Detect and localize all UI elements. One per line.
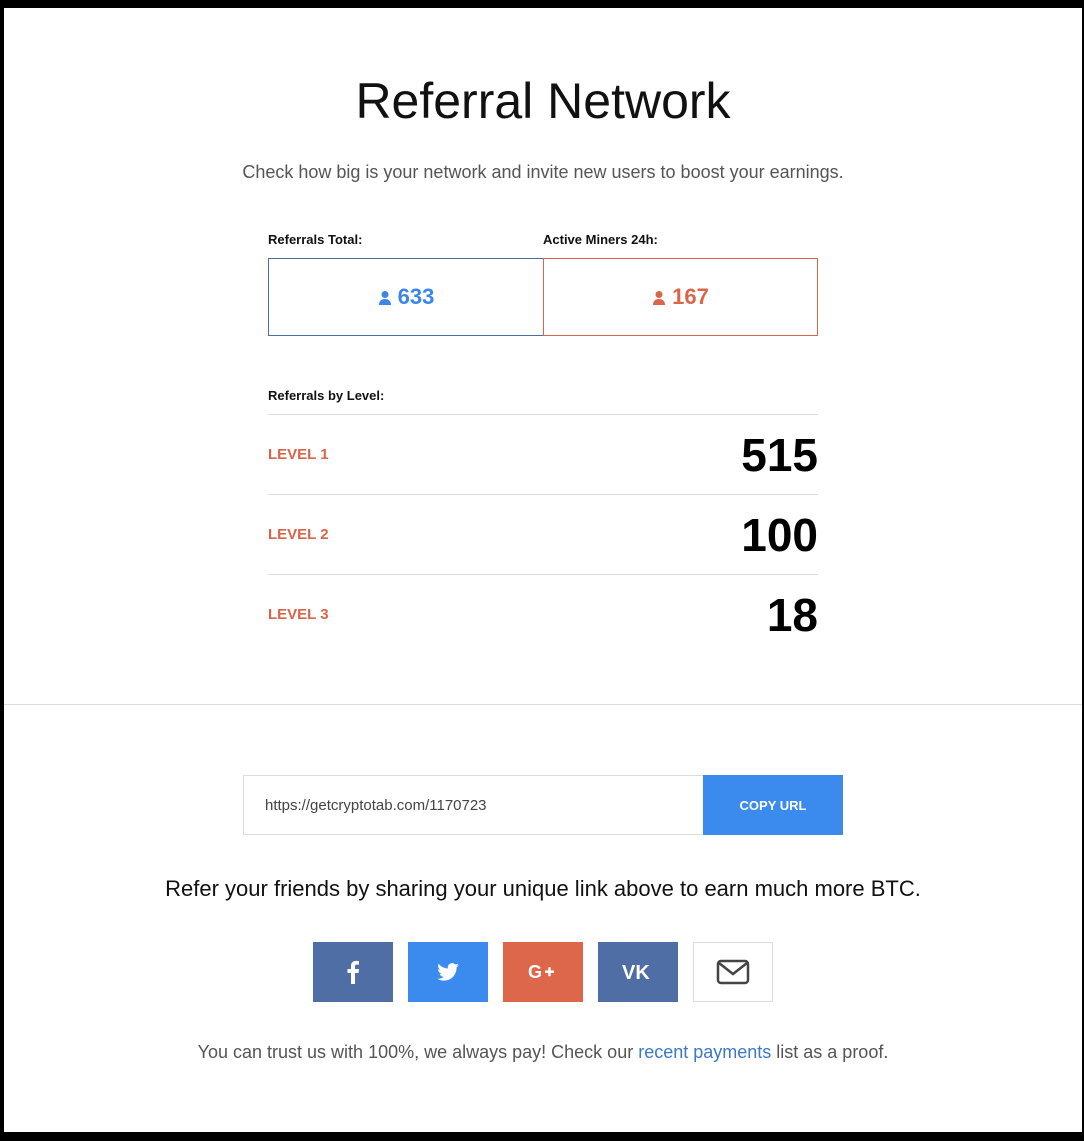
google-plus-icon: G — [528, 962, 554, 982]
levels-list: LEVEL 1 515 LEVEL 2 100 LEVEL 3 18 — [268, 414, 818, 654]
vk-icon: VK — [622, 962, 650, 982]
refer-text: Refer your friends by sharing your uniqu… — [165, 876, 921, 901]
user-icon — [653, 291, 666, 305]
email-share-button[interactable] — [693, 942, 773, 1002]
active-miners-box: 167 — [543, 258, 818, 336]
copy-url-button[interactable]: COPY URL — [703, 775, 843, 835]
list-item: LEVEL 3 18 — [268, 575, 818, 654]
list-item: LEVEL 1 515 — [268, 415, 818, 495]
referrals-total-label: Referrals Total: — [268, 232, 363, 247]
page-subtitle: Check how big is your network and invite… — [242, 162, 844, 182]
svg-text:VK: VK — [622, 962, 650, 982]
referral-url-input[interactable] — [243, 775, 704, 835]
facebook-share-button[interactable] — [313, 942, 393, 1002]
section-divider — [4, 704, 1082, 705]
referrals-total-box: 633 — [268, 258, 544, 336]
level-name: LEVEL 3 — [268, 606, 329, 623]
level-name: LEVEL 2 — [268, 526, 329, 543]
trust-text-before: You can trust us with 100%, we always pa… — [197, 1042, 639, 1062]
active-miners-value: 167 — [672, 284, 709, 309]
twitter-icon — [437, 963, 459, 981]
svg-text:G: G — [528, 962, 542, 982]
referrals-by-level-label: Referrals by Level: — [268, 388, 385, 403]
level-count: 515 — [741, 428, 818, 481]
recent-payments-link[interactable]: recent payments — [638, 1042, 771, 1062]
level-name: LEVEL 1 — [268, 446, 329, 463]
trust-text: You can trust us with 100%, we always pa… — [4, 1042, 1082, 1063]
list-item: LEVEL 2 100 — [268, 495, 818, 575]
user-icon — [378, 291, 391, 305]
trust-text-after: list as a proof. — [771, 1042, 889, 1062]
referrals-total-value: 633 — [397, 284, 435, 309]
email-icon — [716, 959, 750, 985]
google-plus-share-button[interactable]: G — [503, 942, 583, 1002]
page-title: Referral Network — [355, 73, 731, 129]
level-count: 18 — [766, 588, 818, 641]
facebook-icon — [347, 960, 359, 984]
level-count: 100 — [741, 508, 818, 561]
active-miners-label: Active Miners 24h: — [543, 232, 658, 247]
referral-page: Referral Network Check how big is your n… — [4, 8, 1082, 1132]
vk-share-button[interactable]: VK — [598, 942, 678, 1002]
twitter-share-button[interactable] — [408, 942, 488, 1002]
